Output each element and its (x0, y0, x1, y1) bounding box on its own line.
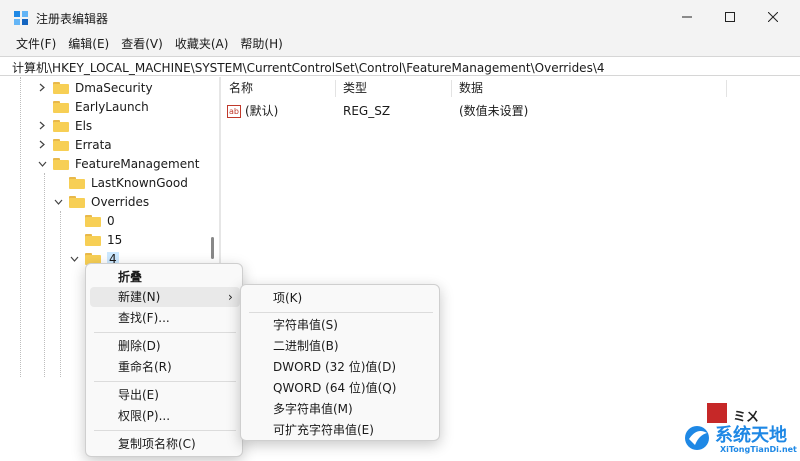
chevron-down-icon[interactable] (53, 197, 63, 207)
folder-icon (69, 176, 85, 189)
window-title: 注册表编辑器 (36, 12, 109, 26)
menu-separator (94, 381, 236, 382)
folder-icon (53, 81, 69, 94)
menu-item-permissions[interactable]: 权限(P)... (118, 406, 170, 426)
tree-node-label: 0 (107, 213, 115, 228)
tree-node-label: LastKnownGood (91, 175, 188, 190)
menu-separator (249, 312, 433, 313)
folder-icon (53, 100, 69, 113)
column-header-data[interactable]: 数据 (459, 77, 483, 99)
folder-open-icon (69, 195, 85, 208)
column-divider[interactable] (335, 80, 336, 97)
chevron-down-icon[interactable] (69, 254, 79, 264)
tree-node[interactable]: FeatureManagement (37, 154, 199, 173)
context-menu: 折叠 新建(N) › 查找(F)... 删除(D) 重命名(R) 导出(E) 权… (85, 263, 243, 457)
submenu-item-binary-value[interactable]: 二进制值(B) (273, 336, 339, 356)
maximize-button[interactable] (707, 0, 753, 34)
tree-node[interactable]: 15 (85, 230, 122, 249)
minimize-icon (682, 16, 692, 18)
tree-node[interactable]: LastKnownGood (69, 173, 188, 192)
watermark-url: XiTongTianDi.net (720, 445, 797, 454)
tree-guide-line (60, 211, 61, 377)
watermark-logo: ミㄨ 系统天地 XiTongTianDi.net (675, 403, 800, 461)
tree-node-label: Errata (75, 137, 112, 152)
bird-logo-icon (685, 426, 709, 450)
value-data-cell: (数值未设置) (459, 104, 529, 118)
tree-guide-line (44, 173, 45, 377)
folder-open-icon (53, 157, 69, 170)
menu-item-new-label: 新建(N) (118, 290, 161, 304)
menu-separator (94, 332, 236, 333)
submenu-item-string-value[interactable]: 字符串值(S) (273, 315, 338, 335)
tree-node[interactable]: 0 (85, 211, 115, 230)
menu-item-collapse[interactable]: 折叠 (118, 267, 142, 287)
title-bar: 注册表编辑器 (0, 0, 800, 34)
tree-node-label: Els (75, 118, 93, 133)
watermark-brand: 系统天地 (715, 425, 787, 446)
chevron-right-icon[interactable] (37, 121, 47, 131)
ab-string-icon: ab (227, 105, 241, 118)
minimize-button[interactable] (664, 0, 710, 34)
menu-favorites[interactable]: 收藏夹(A) (169, 34, 235, 56)
close-button[interactable] (750, 0, 796, 34)
logo-red-badge (707, 403, 727, 423)
submenu-item-qword-value[interactable]: QWORD (64 位)值(Q) (273, 378, 396, 398)
tree-node[interactable]: Errata (37, 135, 112, 154)
address-bar[interactable]: 计算机\HKEY_LOCAL_MACHINE\SYSTEM\CurrentCon… (0, 56, 800, 76)
tree-node[interactable]: DmaSecurity (37, 78, 153, 97)
chevron-right-icon[interactable] (37, 83, 47, 93)
column-divider[interactable] (451, 80, 452, 97)
tree-node-label: DmaSecurity (75, 80, 153, 95)
tree-node-label: Overrides (91, 194, 150, 209)
address-path[interactable]: 计算机\HKEY_LOCAL_MACHINE\SYSTEM\CurrentCon… (12, 59, 605, 76)
folder-icon (85, 214, 101, 227)
tree-node-label: FeatureManagement (75, 156, 200, 171)
folder-icon (85, 233, 101, 246)
tree-node-label: 15 (107, 232, 123, 247)
menu-view[interactable]: 查看(V) (115, 34, 169, 56)
chevron-right-icon: › (228, 290, 233, 304)
menu-item-new[interactable]: 新建(N) › (90, 287, 240, 307)
column-header-name[interactable]: 名称 (229, 77, 253, 99)
chevron-right-icon[interactable] (37, 140, 47, 150)
column-header-type[interactable]: 类型 (343, 77, 367, 99)
menu-item-export[interactable]: 导出(E) (118, 385, 159, 405)
menu-help[interactable]: 帮助(H) (234, 34, 288, 56)
chevron-down-icon[interactable] (37, 159, 47, 169)
tree-scrollbar-thumb[interactable] (211, 237, 214, 259)
menu-item-rename[interactable]: 重命名(R) (118, 357, 172, 377)
submenu-item-dword-value[interactable]: DWORD (32 位)值(D) (273, 357, 396, 377)
tree-guide-line (20, 77, 21, 377)
folder-icon (53, 119, 69, 132)
maximize-icon (725, 12, 735, 22)
tree-node[interactable]: Els (37, 116, 92, 135)
submenu-item-expandable-string-value[interactable]: 可扩充字符串值(E) (273, 420, 374, 440)
menu-item-delete[interactable]: 删除(D) (118, 336, 161, 356)
menu-separator (94, 430, 236, 431)
menu-item-find[interactable]: 查找(F)... (118, 308, 170, 328)
folder-icon (53, 138, 69, 151)
value-type-cell: REG_SZ (343, 104, 391, 118)
menu-item-copy-key-name[interactable]: 复制项名称(C) (118, 434, 196, 454)
column-divider[interactable] (726, 80, 727, 97)
tree-node-label: EarlyLaunch (75, 99, 149, 114)
menu-edit[interactable]: 编辑(E) (62, 34, 115, 56)
new-submenu: 项(K) 字符串值(S) 二进制值(B) DWORD (32 位)值(D) QW… (240, 284, 440, 441)
submenu-item-key[interactable]: 项(K) (273, 288, 302, 308)
tree-node[interactable]: EarlyLaunch (53, 97, 149, 116)
close-icon (768, 12, 778, 22)
menu-bar: 文件(F) 编辑(E) 查看(V) 收藏夹(A) 帮助(H) (0, 34, 800, 56)
value-name-cell[interactable]: (默认) (245, 101, 278, 121)
regedit-app-icon (14, 11, 28, 25)
submenu-item-multi-string-value[interactable]: 多字符串值(M) (273, 399, 353, 419)
menu-file[interactable]: 文件(F) (10, 34, 62, 56)
tree-node[interactable]: Overrides (53, 192, 149, 211)
